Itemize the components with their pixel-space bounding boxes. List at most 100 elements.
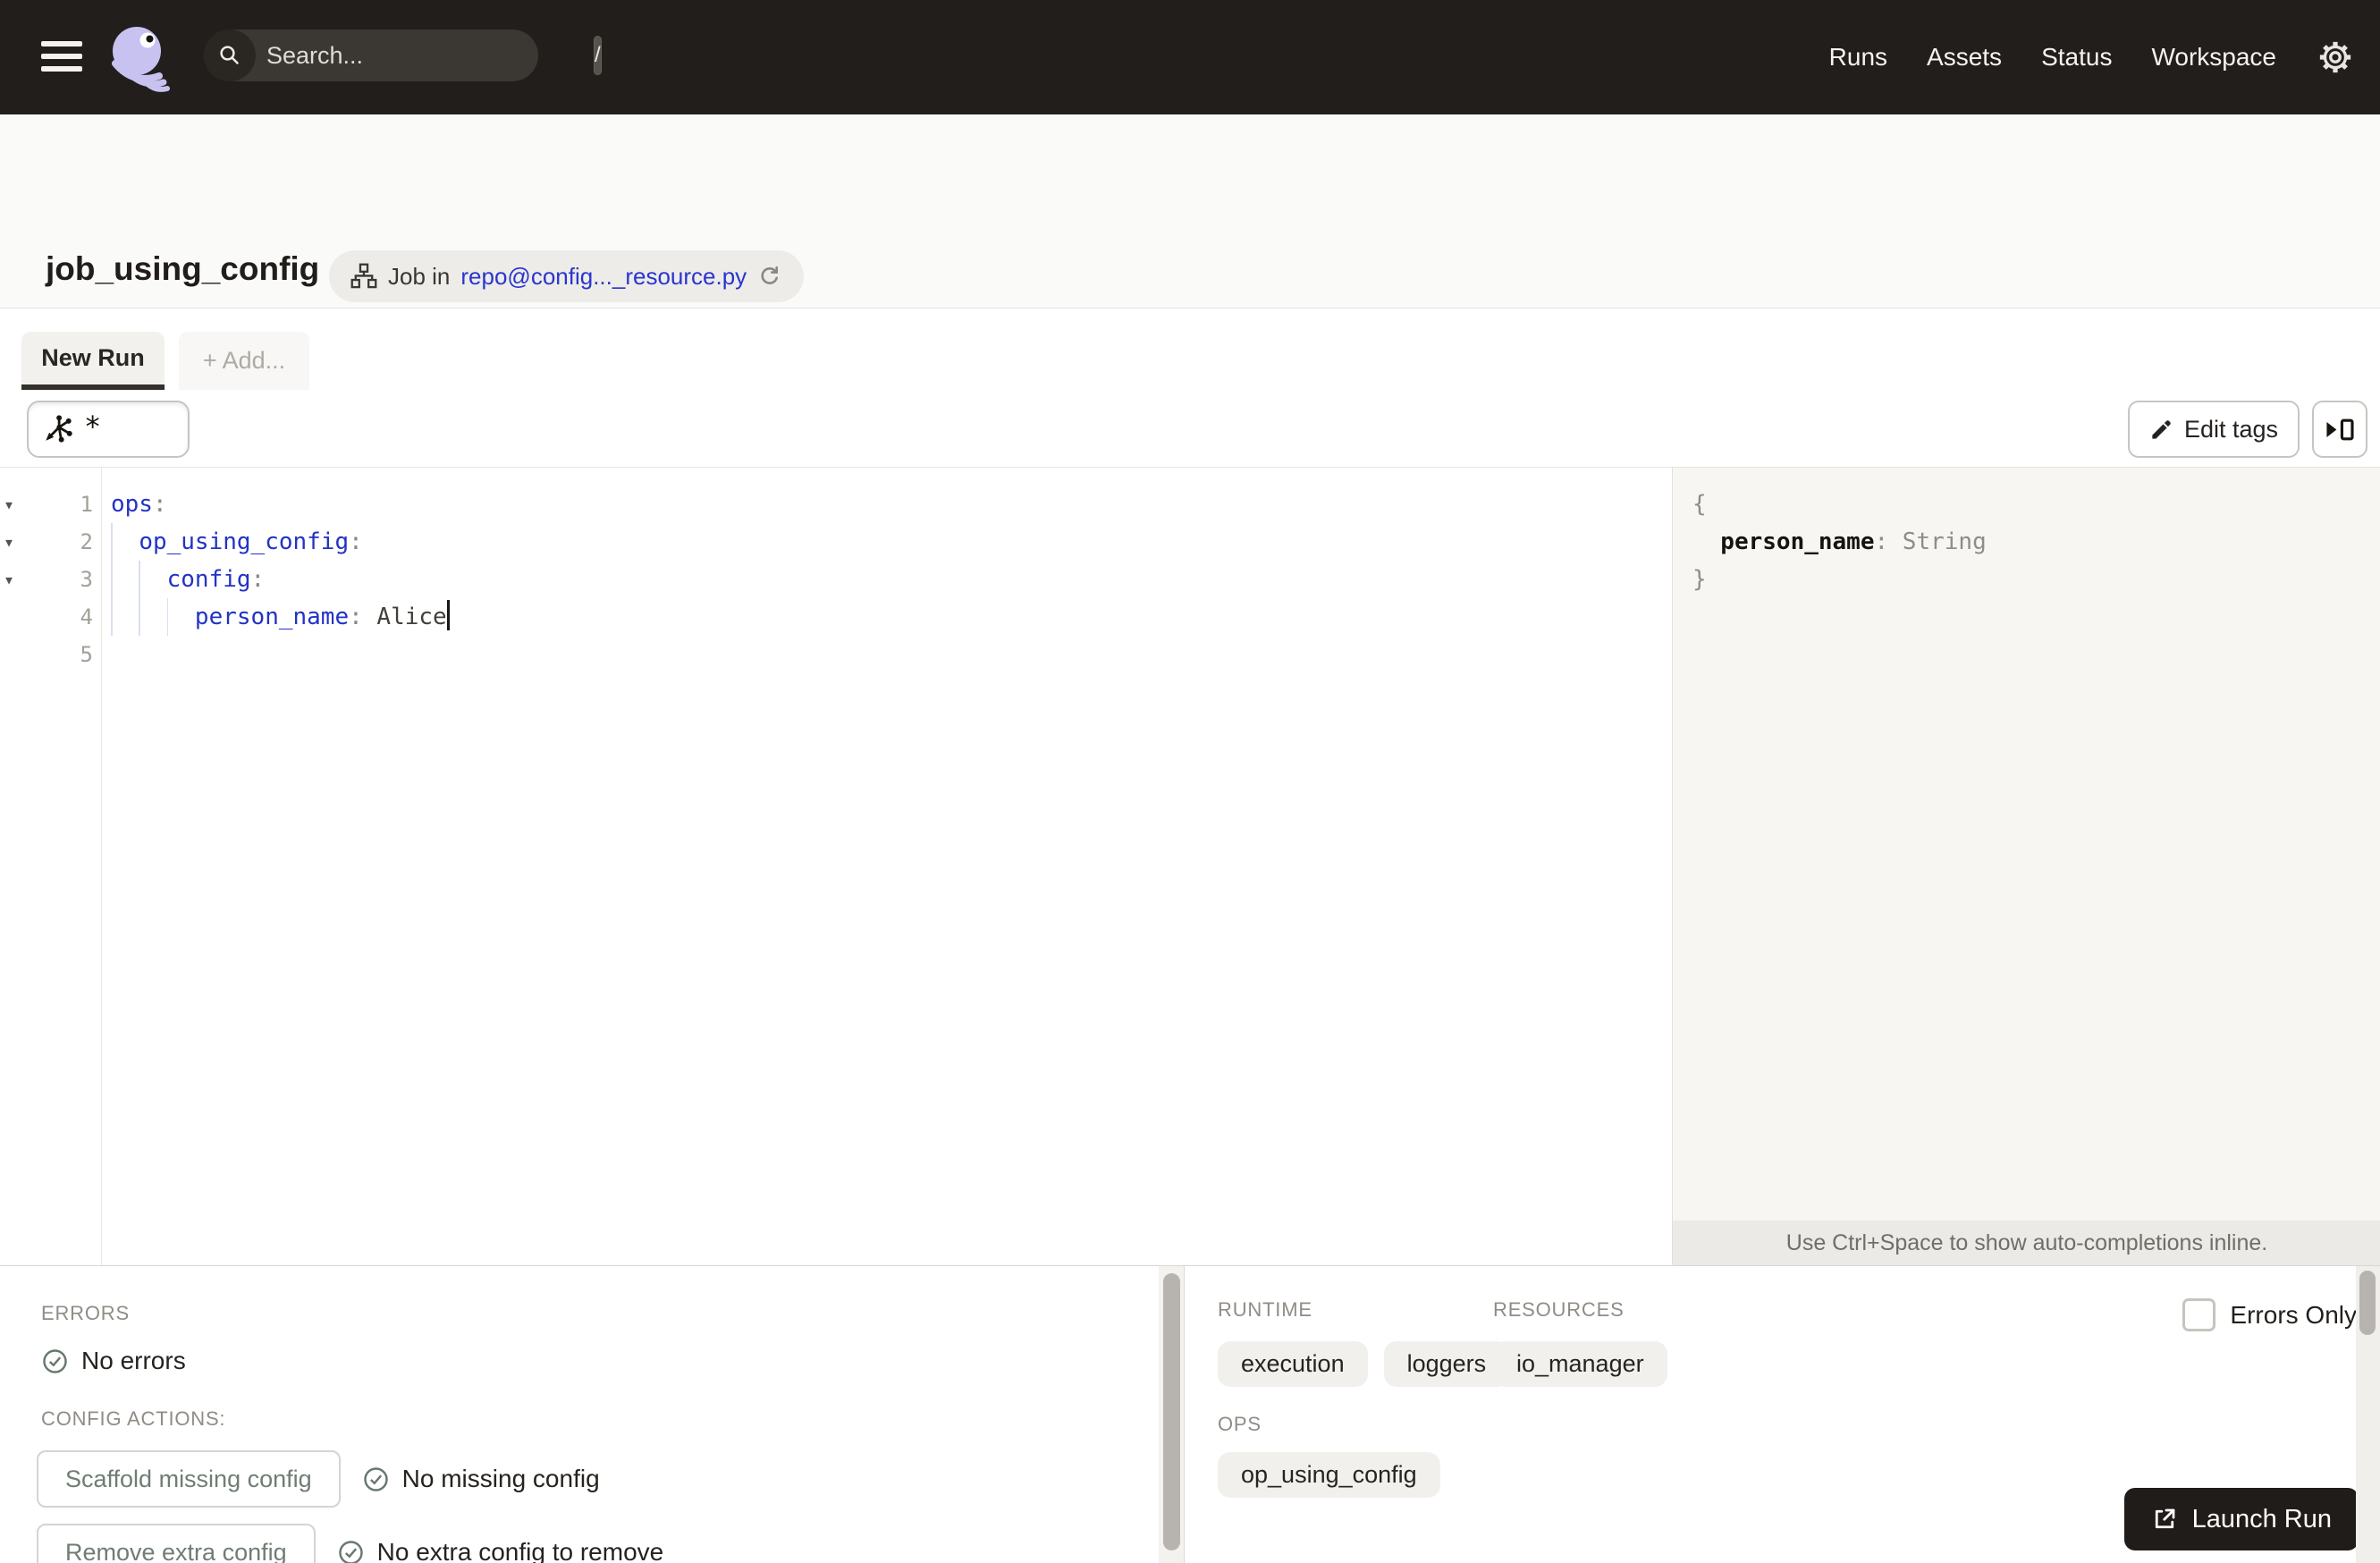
- indent-guide: [166, 598, 169, 636]
- op-selector-value: *: [84, 410, 102, 444]
- line-number: ▾ 2: [0, 523, 101, 561]
- errors-only-toggle[interactable]: Errors Only: [2182, 1298, 2357, 1331]
- nav-link-workspace[interactable]: Workspace: [2151, 43, 2276, 72]
- indent-guide: [111, 523, 113, 561]
- no-missing-config-label: No missing config: [401, 1465, 600, 1492]
- code-line-content[interactable]: ops:: [101, 486, 1672, 523]
- yaml-key: config: [166, 566, 251, 593]
- job-location-badge: Job in repo@config..._resource.py: [329, 250, 805, 302]
- run-preview-panel: RUNTIME execution loggers RESOURCES io_ma…: [1186, 1266, 2380, 1563]
- bottom-panel-divider: [1184, 1266, 1185, 1563]
- yaml-colon: :: [250, 566, 266, 593]
- edit-tags-button[interactable]: Edit tags: [2128, 401, 2300, 458]
- schema-code: { person_name: String }: [1673, 486, 1987, 598]
- session-tab-add[interactable]: + Add...: [179, 332, 309, 390]
- top-nav: / Runs Assets Status Workspace: [0, 0, 2380, 114]
- tag-chip[interactable]: execution: [1218, 1341, 1368, 1387]
- no-extra-config-label: No extra config to remove: [376, 1538, 664, 1563]
- launchpad-main: ▾ 1 ops: ▾ 2 op_using_config: ▾ 3 config: 4 per…: [0, 468, 2380, 1266]
- schema-close-brace: }: [1692, 566, 1707, 593]
- yaml-colon: :: [152, 491, 167, 518]
- fold-arrow-icon[interactable]: ▾: [4, 561, 27, 598]
- config-editor[interactable]: ▾ 1 ops: ▾ 2 op_using_config: ▾ 3 config: 4 per…: [0, 468, 1672, 1265]
- schema-type: String: [1902, 528, 1987, 555]
- errors-header: ERRORS: [41, 1302, 130, 1324]
- right-panel-scrollbar-thumb[interactable]: [2359, 1271, 2376, 1335]
- nav-link-assets[interactable]: Assets: [1927, 43, 2002, 72]
- dagster-launchpad-page: / Runs Assets Status Workspace job_using…: [0, 0, 2380, 1563]
- remove-extra-config-button[interactable]: Remove extra config: [37, 1524, 316, 1563]
- check-circle-icon: [362, 1466, 390, 1493]
- config-actions-header: CONFIG ACTIONS:: [41, 1407, 226, 1430]
- page-header: job_using_config Job in repo@config..._r…: [0, 114, 2380, 422]
- nav-link-status[interactable]: Status: [2041, 43, 2112, 72]
- editor-line[interactable]: 5: [0, 636, 1672, 673]
- editor-line[interactable]: ▾ 3 config:: [0, 561, 1672, 598]
- text-cursor: [446, 599, 450, 630]
- fold-arrow-icon[interactable]: ▾: [4, 486, 27, 523]
- launchpad-toolbar: New Run + Add... * Edit tags: [0, 308, 2380, 468]
- job-badge-prefix: Job in: [388, 262, 451, 290]
- indent-guide: [111, 598, 113, 636]
- no-errors-label: No errors: [81, 1347, 186, 1374]
- edit-tags-label: Edit tags: [2183, 415, 2279, 443]
- line-number: ▾ 3: [0, 561, 101, 598]
- editor-line[interactable]: 4 person_name: Alice: [0, 598, 1672, 636]
- yaml-key: op_using_config: [139, 528, 350, 555]
- editor-line[interactable]: ▾ 2 op_using_config:: [0, 523, 1672, 561]
- yaml-colon: :: [349, 528, 363, 555]
- launch-icon: [2151, 1506, 2178, 1533]
- gear-icon[interactable]: [2316, 38, 2355, 77]
- schema-open-brace: {: [1692, 491, 1707, 518]
- refresh-icon[interactable]: [757, 264, 782, 289]
- yaml-colon: :: [349, 604, 363, 630]
- code-line-content[interactable]: person_name: Alice: [101, 598, 1672, 636]
- op-selector-input[interactable]: *: [27, 401, 190, 458]
- nav-links: Runs Assets Status Workspace: [1829, 0, 2355, 114]
- check-circle-icon: [41, 1348, 69, 1375]
- yaml-key: person_name: [194, 604, 350, 630]
- errors-only-checkbox[interactable]: [2182, 1298, 2216, 1331]
- runtime-tags: execution loggers: [1218, 1341, 1510, 1387]
- tag-chip[interactable]: io_manager: [1493, 1341, 1667, 1387]
- left-panel-scrollbar-thumb[interactable]: [1163, 1273, 1180, 1550]
- hamburger-menu-icon[interactable]: [41, 41, 82, 73]
- panel-toggle-button[interactable]: [2312, 401, 2367, 458]
- search-box[interactable]: /: [204, 30, 602, 81]
- indent-guide: [111, 561, 113, 598]
- errors-panel: ERRORS No errors CONFIG ACTIONS: Scaffol…: [0, 1266, 1159, 1563]
- runtime-header: RUNTIME: [1218, 1298, 1312, 1321]
- yaml-key: ops: [111, 491, 153, 518]
- ops-header: OPS: [1218, 1413, 1262, 1435]
- line-number: 4: [80, 604, 93, 629]
- panel-toggle-icon: [2325, 418, 2355, 442]
- op-selector-icon: [41, 413, 73, 445]
- code-line-content[interactable]: op_using_config:: [101, 523, 1672, 561]
- line-number: ▾ 1: [0, 486, 101, 523]
- editor-lines: ▾ 1 ops: ▾ 2 op_using_config: ▾ 3 config: 4 per…: [0, 486, 1672, 673]
- code-line-content[interactable]: config:: [101, 561, 1672, 598]
- schema-colon: :: [1874, 528, 1903, 555]
- yaml-value: Alice: [362, 604, 447, 630]
- editor-line[interactable]: ▾ 1 ops:: [0, 486, 1672, 523]
- code-line-content[interactable]: [101, 636, 1672, 673]
- launch-run-label: Launch Run: [2191, 1504, 2332, 1533]
- search-input[interactable]: [256, 41, 594, 70]
- fold-arrow-icon[interactable]: ▾: [4, 523, 27, 561]
- search-icon: [204, 30, 256, 81]
- launch-run-button[interactable]: Launch Run: [2123, 1488, 2359, 1550]
- session-tab-new-run[interactable]: New Run: [21, 332, 165, 390]
- tag-chip[interactable]: loggers: [1383, 1341, 1510, 1387]
- autocomplete-hint: Use Ctrl+Space to show auto-completions …: [1673, 1221, 2380, 1265]
- pencil-icon: [2149, 418, 2173, 442]
- tag-chip[interactable]: op_using_config: [1218, 1452, 1440, 1498]
- schema-key[interactable]: person_name: [1720, 528, 1874, 555]
- nav-link-runs[interactable]: Runs: [1829, 43, 1887, 72]
- scaffold-missing-config-button[interactable]: Scaffold missing config: [37, 1450, 341, 1508]
- job-graph-icon: [350, 263, 377, 290]
- config-schema-panel: { person_name: String } Use Ctrl+Space t…: [1672, 468, 2380, 1265]
- indent-guide: [139, 598, 140, 636]
- job-repo-link[interactable]: repo@config..._resource.py: [460, 263, 747, 291]
- dagster-logo[interactable]: [105, 21, 177, 93]
- resources-tags: io_manager: [1493, 1341, 1667, 1387]
